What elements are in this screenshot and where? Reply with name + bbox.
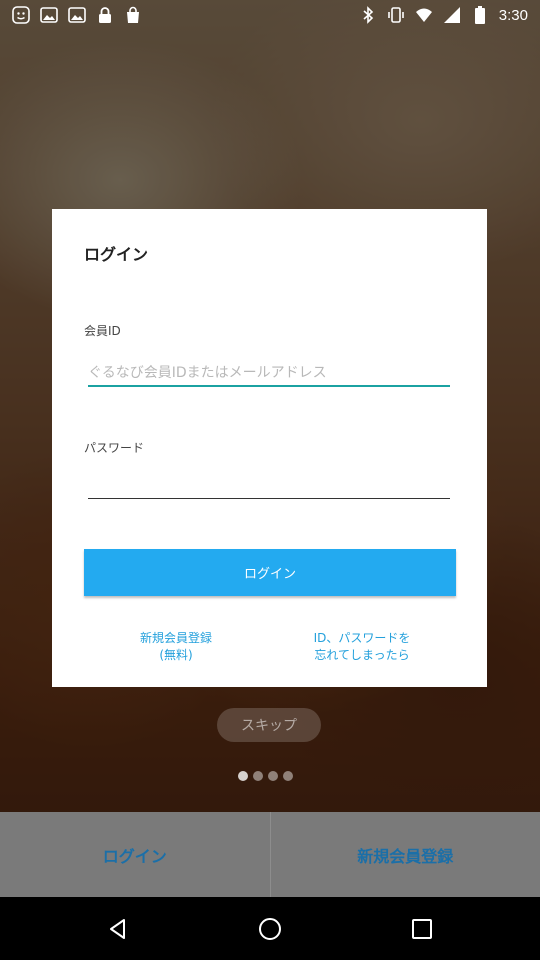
image-icon <box>68 6 86 24</box>
pager-dot <box>283 771 293 781</box>
member-id-input[interactable]: ぐるなび会員IDまたはメールアドレス <box>88 361 450 387</box>
signal-icon <box>443 6 461 24</box>
face-icon <box>12 6 30 24</box>
bag-icon <box>124 6 142 24</box>
image-icon <box>40 6 58 24</box>
recents-icon[interactable] <box>410 917 434 941</box>
pager-dot <box>238 771 248 781</box>
forgot-link-line2: 忘れてしまったら <box>314 648 410 662</box>
member-id-label: 会員ID <box>84 324 121 338</box>
battery-icon <box>471 6 489 24</box>
dialog-title: ログイン <box>84 245 149 264</box>
password-input[interactable] <box>88 474 450 499</box>
register-link[interactable]: 新規会員登録 (無料) <box>130 630 222 664</box>
register-link-line1: 新規会員登録 <box>139 631 212 645</box>
lock-icon <box>96 6 114 24</box>
back-icon[interactable] <box>106 917 130 941</box>
tab-login[interactable]: ログイン <box>0 812 270 897</box>
bottom-tab-bar: ログイン 新規会員登録 <box>0 812 540 897</box>
vibrate-icon <box>387 6 405 24</box>
skip-button[interactable]: スキップ <box>217 708 321 742</box>
register-link-line2: (無料) <box>159 648 193 662</box>
login-button[interactable]: ログイン <box>84 549 456 596</box>
forgot-link-line1: ID、パスワードを <box>313 631 411 645</box>
password-label: パスワード <box>84 441 145 455</box>
system-nav-bar <box>0 897 540 960</box>
tab-register[interactable]: 新規会員登録 <box>269 812 540 897</box>
wifi-icon <box>415 6 433 24</box>
bluetooth-icon <box>359 6 377 24</box>
pager-dot <box>268 771 278 781</box>
login-dialog: ログイン 会員ID ぐるなび会員IDまたはメールアドレス パスワード ログイン … <box>52 209 487 687</box>
home-icon[interactable] <box>258 917 282 941</box>
status-bar: 3:30 <box>0 0 540 32</box>
forgot-password-link[interactable]: ID、パスワードを 忘れてしまったら <box>298 630 426 664</box>
pager-dots <box>238 771 293 781</box>
status-time: 3:30 <box>498 6 528 24</box>
pager-dot <box>253 771 263 781</box>
